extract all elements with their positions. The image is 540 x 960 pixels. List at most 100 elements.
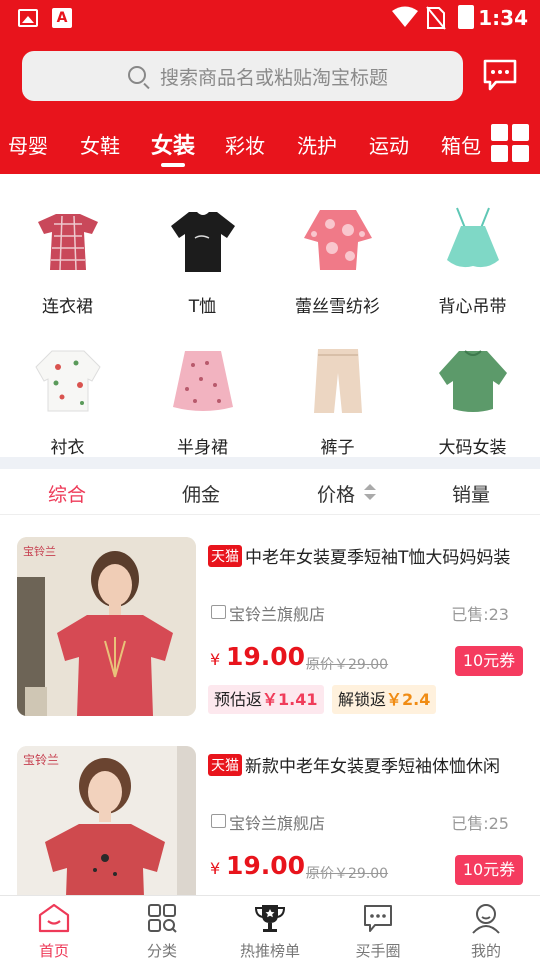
tmall-badge: 天猫 [208,754,242,776]
unlock-rebate-tag[interactable]: 解锁返￥2.4 [332,685,437,714]
product-title: 天猫 新款中老年女装夏季短袖体恤休闲 [208,752,528,777]
product-list: 宝铃兰 天猫 中老年女装夏季短袖T恤大码妈妈装 宝铃兰旗舰店 已售:23 ¥ 19… [0,515,540,895]
search-placeholder: 搜索商品名或粘贴淘宝标题 [160,67,389,89]
currency-symbol: ¥ [210,859,221,878]
rebate-value: ￥1.41 [262,690,318,709]
product-image: 宝铃兰 [17,537,196,716]
subcategory-label: 大码女装 [438,438,507,458]
product-title-text: 中老年女装夏季短袖T恤大码妈妈装 [245,548,511,568]
tmall-badge: 天猫 [208,545,242,567]
nav-label: 我的 [470,942,501,960]
home-icon [38,903,70,933]
tshirt-icon [170,212,235,272]
category-grid-icon [148,904,177,933]
search-icon [128,66,146,84]
currency-symbol: ¥ [210,650,221,669]
unlock-label: 解锁返 [338,690,387,709]
subcategory-item[interactable]: 半身裙 [135,345,270,458]
skirt-icon [172,351,233,411]
subcategory-label: 背心吊带 [438,297,507,317]
bottom-nav: 首页 分类 热推榜单 买手圈 我的 [0,895,540,960]
sort-tab-price[interactable]: 价格 [317,480,355,507]
battery-icon [458,5,474,29]
subcategory-item[interactable]: 蕾丝雪纺衫 [270,204,405,317]
product-card[interactable]: 宝铃兰 天猫 中老年女装夏季短袖T恤大码妈妈装 宝铃兰旗舰店 已售:23 ¥ 19… [0,515,540,725]
sort-tab-sales[interactable]: 销量 [452,480,490,507]
product-title: 天猫 中老年女装夏季短袖T恤大码妈妈装 [208,543,528,568]
nav-category[interactable]: 分类 [108,896,216,960]
subcategory-item[interactable]: 背心吊带 [405,204,540,317]
subcategory-item[interactable]: 裤子 [270,345,405,458]
shop-name: 宝铃兰旗舰店 [229,605,326,624]
subcategory-label: 蕾丝雪纺衫 [295,297,380,317]
header: A 1:34 搜索商品名或粘贴淘宝标题 母婴 女鞋 女装 彩妆 洗护 运动 箱包 [0,0,540,174]
chat-bubble-icon [364,905,392,932]
sort-tab-commission[interactable]: 佣金 [182,480,220,507]
shop-icon [211,605,226,619]
chiffon-blouse-icon [303,210,372,270]
sold-count: 已售:23 [451,605,509,624]
sold-count: 已售:25 [451,814,509,833]
subcategory-item[interactable]: 大码女装 [405,345,540,458]
nav-home[interactable]: 首页 [0,896,108,960]
nav-label: 首页 [38,942,69,960]
category-tabs: 母婴 女鞋 女装 彩妆 洗护 运动 箱包 [0,120,540,174]
rebate-estimate-tag: 预估返￥1.41 [208,685,324,714]
product-brand-mark: 宝铃兰 [23,752,59,767]
no-sim-icon [426,6,446,30]
shop-name: 宝铃兰旗舰店 [229,814,326,833]
coupon-badge[interactable]: 10元券 [455,855,523,885]
original-price: 原价￥29.00 [306,866,389,882]
trophy-icon [254,905,286,932]
sort-order-icon[interactable] [364,484,376,502]
coupon-badge[interactable]: 10元券 [455,646,523,676]
nav-label: 买手圈 [355,942,401,960]
camisole-icon [446,207,499,268]
tab-category[interactable]: 箱包 [441,130,481,159]
plus-size-top-icon [438,350,507,412]
product-brand-mark: 宝铃兰 [23,544,56,558]
tab-category[interactable]: 洗护 [297,130,337,159]
tab-category[interactable]: 母婴 [8,130,48,159]
shirt-icon [34,350,101,412]
sort-bar: 综合 佣金 价格 销量 [0,469,540,515]
message-icon[interactable] [482,58,518,92]
tab-category[interactable]: 彩妆 [225,130,265,159]
section-divider [0,457,540,469]
subcategory-item[interactable]: 衬衣 [0,345,135,458]
app-root: A 1:34 搜索商品名或粘贴淘宝标题 母婴 女鞋 女装 彩妆 洗护 运动 箱包 [0,0,540,960]
product-card[interactable]: 宝铃兰 天猫 新款中老年女装夏季短袖体恤休闲 宝铃兰旗舰店 已售:25 ¥ 19.… [0,724,540,895]
subcategory-label: 半身裙 [177,438,228,458]
status-bar: A 1:34 [0,0,540,36]
gallery-notification-icon [18,9,38,27]
all-categories-grid-icon[interactable] [491,124,529,162]
active-tab-indicator [161,163,185,167]
tab-category[interactable]: 女鞋 [80,130,120,159]
subcategory-label: 衬衣 [50,438,85,458]
pants-icon [313,349,362,413]
nav-hot-ranking[interactable]: 热推榜单 [216,896,324,960]
subcategory-label: 连衣裙 [42,297,93,317]
sort-tab-comprehensive[interactable]: 综合 [48,480,86,507]
nav-label: 分类 [146,942,177,960]
user-icon [472,904,500,934]
wifi-icon [392,6,418,27]
nav-buyer-circle[interactable]: 买手圈 [324,896,432,960]
shop-icon [211,814,226,828]
subcategory-label: T恤 [188,297,217,317]
app-notification-icon: A [52,8,72,28]
nav-label: 热推榜单 [239,942,300,960]
status-time: 1:34 [478,6,528,30]
search-input[interactable]: 搜索商品名或粘贴淘宝标题 [22,51,463,101]
tab-category[interactable]: 运动 [369,130,409,159]
subcategory-item[interactable]: 连衣裙 [0,204,135,317]
nav-profile[interactable]: 我的 [432,896,540,960]
tab-category-active[interactable]: 女装 [151,128,195,160]
product-price: 19.00 [226,642,306,671]
dress-icon [37,214,98,271]
product-title-text: 新款中老年女装夏季短袖体恤休闲 [245,757,500,777]
rebate-label: 预估返 [214,690,263,709]
subcategory-grid: 连衣裙 T恤 蕾丝雪纺衫 背心吊带 衬衣 半身裙 裤子 大码女装 [0,174,540,458]
subcategory-item[interactable]: T恤 [135,204,270,317]
subcategory-label: 裤子 [320,438,355,458]
